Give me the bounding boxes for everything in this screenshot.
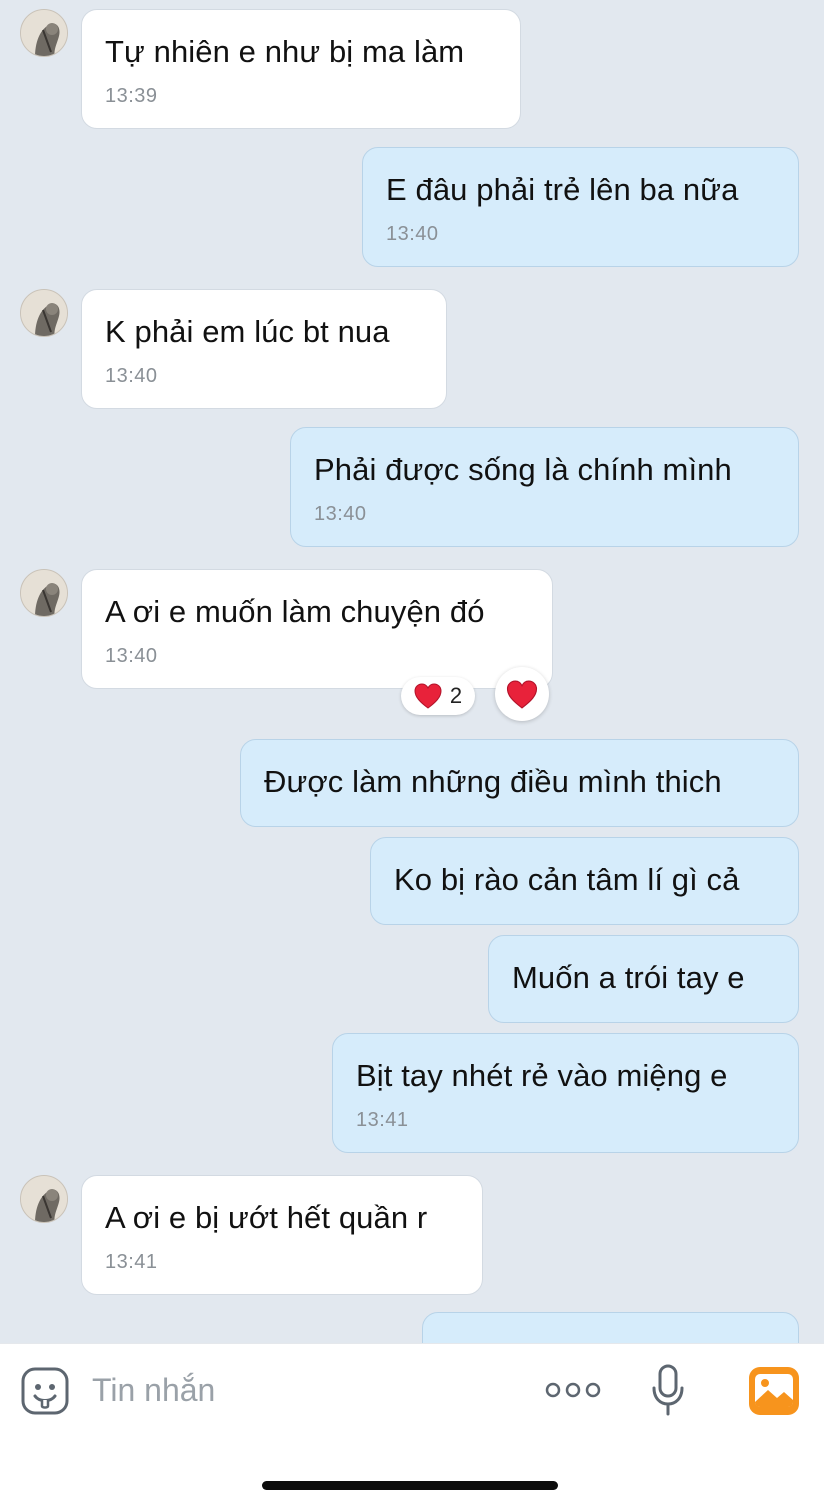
message-bubble-outgoing[interactable]: Phải được sống là chính mình 13:40 xyxy=(290,427,799,547)
message-text: K phải em lúc bt nua xyxy=(105,314,390,349)
message-text: E đâu phải trẻ lên ba nữa xyxy=(386,172,739,207)
avatar[interactable] xyxy=(20,289,68,337)
message-time: 13:40 xyxy=(105,365,158,387)
message-bubble-incoming[interactable]: A ơi e bị ướt hết quần r 13:41 xyxy=(81,1175,483,1295)
avatar[interactable] xyxy=(20,9,68,57)
image-button[interactable] xyxy=(748,1366,800,1416)
message-text: Muốn a trói tay e xyxy=(512,960,745,995)
more-options-button[interactable] xyxy=(544,1378,602,1402)
heart-icon xyxy=(506,680,538,709)
voice-button[interactable] xyxy=(650,1364,686,1416)
message-time: 13:40 xyxy=(105,645,158,667)
message-bubble-outgoing[interactable]: Bịt tay nhét rẻ vào miệng e 13:41 xyxy=(332,1033,799,1153)
message-bubble-incoming[interactable]: K phải em lúc bt nua 13:40 xyxy=(81,289,447,409)
avatar[interactable] xyxy=(20,1175,68,1223)
message-input[interactable]: Tin nhắn xyxy=(92,1368,215,1412)
sticker-icon xyxy=(21,1367,69,1415)
message-text: Ko bị rào cản tâm lí gì cả xyxy=(394,862,740,897)
message-bubble-incoming[interactable]: Tự nhiên e như bị ma làm 13:39 xyxy=(81,9,521,129)
message-text: Phải được sống là chính mình xyxy=(314,452,732,487)
react-button[interactable] xyxy=(495,667,549,721)
message-text: Được làm những điều mình thich xyxy=(264,764,722,799)
chat-area[interactable]: Tự nhiên e như bị ma làm 13:39 E đâu phả… xyxy=(0,0,824,1343)
avatar-image xyxy=(21,1176,67,1222)
message-bubble-outgoing[interactable]: E đâu phải trẻ lên ba nữa 13:40 xyxy=(362,147,799,267)
message-time: 13:40 xyxy=(386,223,439,245)
message-bubble-outgoing-partial[interactable] xyxy=(422,1312,799,1343)
more-dots-icon xyxy=(545,1382,601,1398)
avatar-image xyxy=(21,10,67,56)
sticker-button[interactable] xyxy=(20,1366,70,1416)
heart-icon xyxy=(414,683,442,709)
message-bubble-incoming[interactable]: A ơi e muốn làm chuyện đó 13:40 xyxy=(81,569,553,689)
message-time: 13:39 xyxy=(105,85,158,107)
message-text: Bịt tay nhét rẻ vào miệng e xyxy=(356,1058,728,1093)
home-indicator[interactable] xyxy=(262,1481,558,1490)
avatar-image xyxy=(21,570,67,616)
avatar-image xyxy=(21,290,67,336)
message-time: 13:40 xyxy=(314,503,367,525)
message-bubble-outgoing[interactable]: Muốn a trói tay e xyxy=(488,935,799,1023)
message-text: Tự nhiên e như bị ma làm xyxy=(105,34,465,69)
message-text: A ơi e muốn làm chuyện đó xyxy=(105,594,485,629)
reaction-summary[interactable]: 2 xyxy=(401,677,475,715)
message-text: A ơi e bị ướt hết quần r xyxy=(105,1200,428,1235)
microphone-icon xyxy=(652,1364,684,1416)
message-time: 13:41 xyxy=(105,1251,158,1273)
message-bubble-outgoing[interactable]: Ko bị rào cản tâm lí gì cả xyxy=(370,837,799,925)
reaction-count: 2 xyxy=(449,683,463,708)
message-time: 13:41 xyxy=(356,1109,409,1131)
avatar[interactable] xyxy=(20,569,68,617)
image-icon xyxy=(749,1367,799,1415)
message-bubble-outgoing[interactable]: Được làm những điều mình thich xyxy=(240,739,799,827)
